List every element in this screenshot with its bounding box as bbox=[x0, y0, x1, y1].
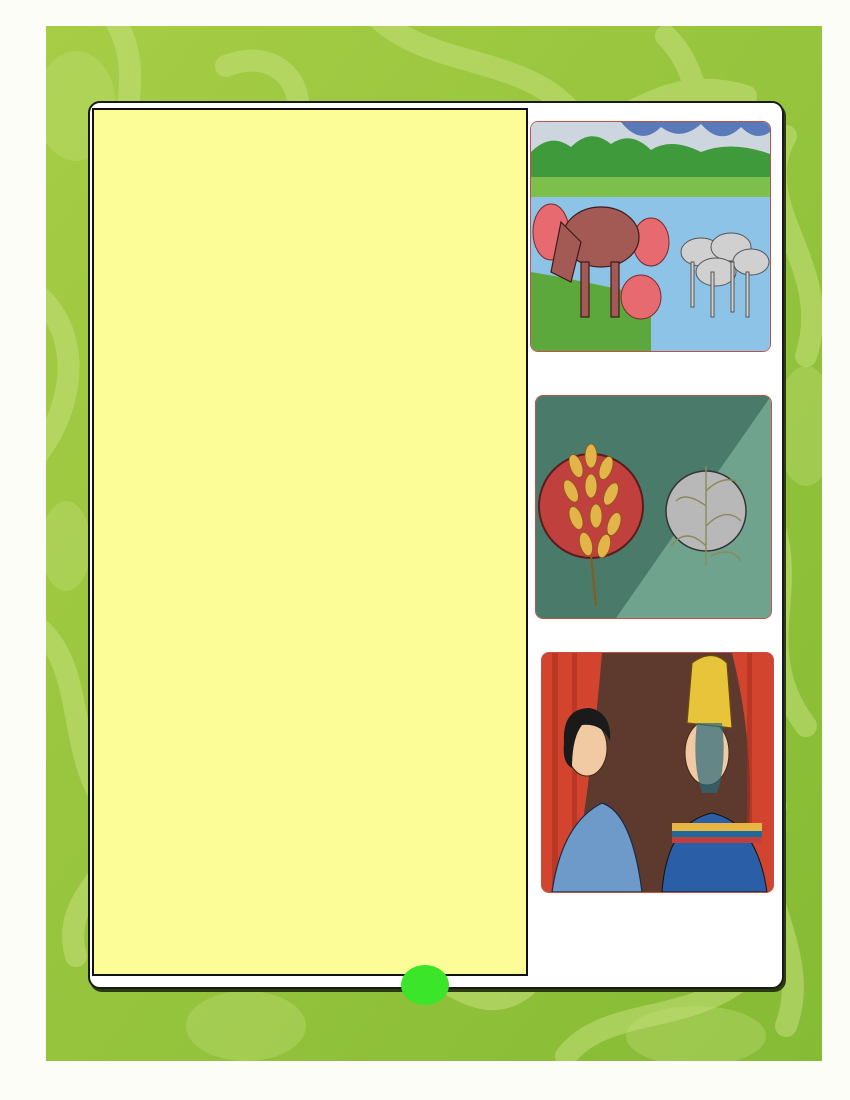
text-panel bbox=[92, 108, 528, 976]
page-marker bbox=[401, 965, 449, 1005]
full-and-withered-grain-illustration bbox=[535, 395, 772, 619]
fat-and-thin-cows-illustration bbox=[530, 121, 771, 352]
joseph-and-pharaoh-illustration bbox=[541, 652, 774, 893]
